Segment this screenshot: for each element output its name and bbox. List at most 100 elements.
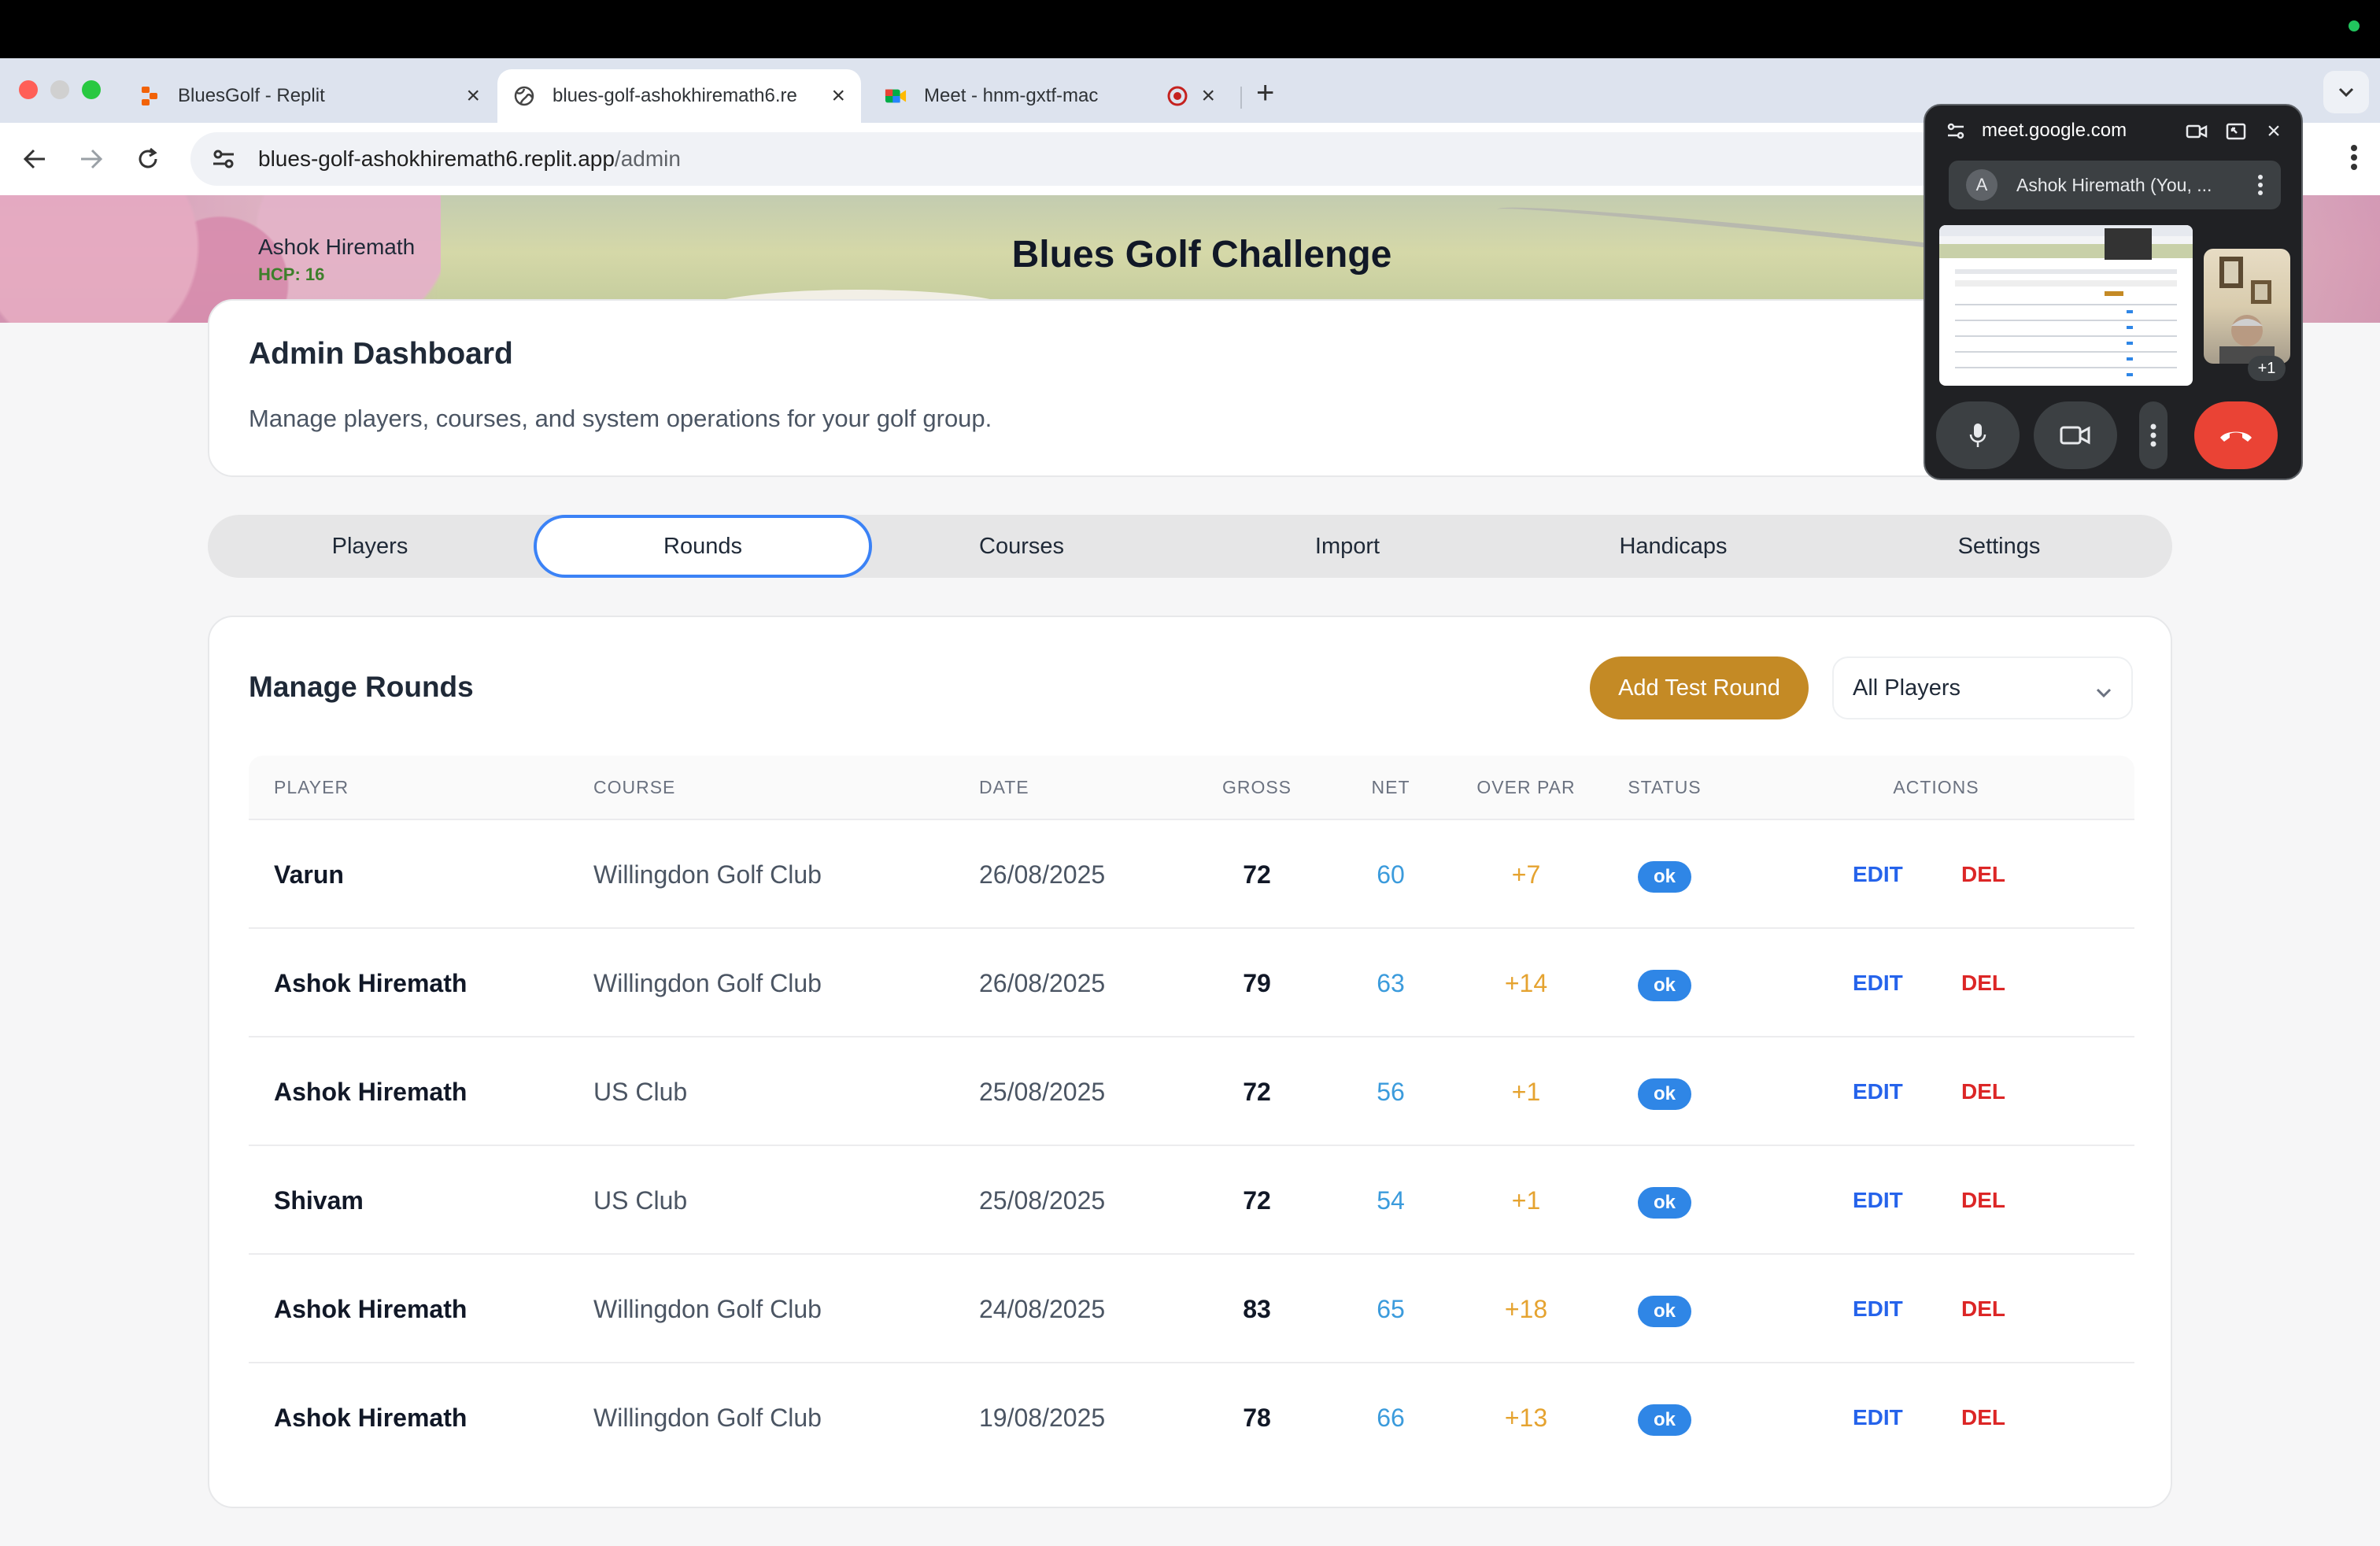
edit-button[interactable]: EDIT [1853, 820, 1903, 929]
new-tab-plus-icon[interactable]: + [1256, 76, 1274, 111]
column-header-net: NET [1371, 777, 1410, 797]
participant-name: Ashok Hiremath (You, ... [2016, 174, 2212, 195]
delete-button[interactable]: DEL [1961, 929, 2005, 1037]
cell-net: 66 [1377, 1404, 1405, 1432]
cell-player: Ashok Hiremath [274, 1404, 468, 1432]
browser-tab-blues-golf[interactable]: blues-golf-ashokhiremath6.re × [497, 69, 861, 123]
close-icon[interactable]: × [2262, 118, 2286, 144]
camera-outline-icon[interactable] [2185, 120, 2208, 143]
maximize-window-button[interactable] [82, 80, 101, 99]
minimize-window-button[interactable] [50, 80, 69, 99]
expand-icon[interactable] [2224, 120, 2248, 143]
close-tab-icon[interactable]: × [831, 83, 845, 109]
more-options-kebab-icon[interactable] [2139, 401, 2168, 469]
close-tab-icon[interactable]: × [466, 83, 480, 109]
address-bar[interactable]: blues-golf-ashokhiremath6.replit.app/adm… [190, 132, 2001, 186]
column-header-date: DATE [979, 777, 1029, 797]
more-participants-badge: +1 [2248, 356, 2286, 381]
cell-net: 65 [1377, 1295, 1405, 1323]
cell-course: US Club [593, 1078, 688, 1106]
reload-icon[interactable] [131, 142, 165, 176]
participant-chip[interactable]: A Ashok Hiremath (You, ... [1949, 161, 2281, 209]
cell-gross: 72 [1243, 1078, 1271, 1106]
status-badge: ok [1637, 1078, 1691, 1110]
tab-settings[interactable]: Settings [1837, 515, 2161, 578]
cell-over-par: +1 [1511, 1186, 1541, 1215]
url-text: blues-golf-ashokhiremath6.replit.app/adm… [258, 146, 681, 172]
close-window-button[interactable] [19, 80, 38, 99]
tab-rounds[interactable]: Rounds [534, 515, 872, 578]
cell-gross: 72 [1243, 1186, 1271, 1215]
table-row: Shivam US Club 25/08/2025 72 54 +1 ok ED… [249, 1145, 2134, 1253]
edit-button[interactable]: EDIT [1853, 1255, 1903, 1363]
delete-button[interactable]: DEL [1961, 1037, 2005, 1146]
delete-button[interactable]: DEL [1961, 1363, 2005, 1472]
cell-date: 26/08/2025 [979, 969, 1106, 997]
cell-status: ok [1615, 820, 1714, 929]
site-settings-icon[interactable] [1944, 120, 1968, 143]
status-badge: ok [1637, 1404, 1691, 1436]
cell-gross: 83 [1243, 1295, 1271, 1323]
browser-tab-replit[interactable]: BluesGolf - Replit × [123, 69, 496, 123]
cell-gross: 72 [1243, 860, 1271, 889]
leave-call-button[interactable] [2194, 401, 2278, 469]
admin-dashboard-subtitle: Manage players, courses, and system oper… [249, 405, 992, 432]
manage-rounds-card: Manage Rounds Add Test Round All Players… [208, 616, 2172, 1508]
delete-button[interactable]: DEL [1961, 1146, 2005, 1255]
player-filter-select[interactable]: All Players [1832, 656, 2133, 719]
close-tab-icon[interactable]: × [1201, 83, 1215, 109]
tab-handicaps[interactable]: Handicaps [1511, 515, 1835, 578]
edit-button[interactable]: EDIT [1853, 1363, 1903, 1472]
delete-button[interactable]: DEL [1961, 1255, 2005, 1363]
cell-player: Ashok Hiremath [274, 969, 468, 997]
cell-over-par: +18 [1504, 1295, 1548, 1323]
edit-button[interactable]: EDIT [1853, 1037, 1903, 1146]
cell-net: 54 [1377, 1186, 1405, 1215]
edit-button[interactable]: EDIT [1853, 1146, 1903, 1255]
edit-button[interactable]: EDIT [1853, 929, 1903, 1037]
status-badge: ok [1637, 1186, 1691, 1219]
cell-course: Willingdon Golf Club [593, 1295, 822, 1323]
status-badge: ok [1637, 860, 1691, 893]
meet-pip-window[interactable]: meet.google.com × A Ashok Hiremath (You,… [1924, 104, 2303, 480]
browser-menu-kebab-icon[interactable] [2350, 142, 2358, 177]
tab-import[interactable]: Import [1185, 515, 1510, 578]
microphone-button[interactable] [1936, 401, 2020, 469]
tab-divider [1240, 87, 1242, 109]
cell-over-par: +13 [1504, 1404, 1548, 1432]
pip-domain: meet.google.com [1982, 120, 2127, 141]
cell-date: 25/08/2025 [979, 1186, 1106, 1215]
participant-menu-kebab-icon[interactable] [2257, 173, 2264, 201]
add-test-round-button[interactable]: Add Test Round [1590, 656, 1809, 719]
cell-status: ok [1615, 929, 1714, 1037]
tab-courses[interactable]: Courses [859, 515, 1184, 578]
cell-status: ok [1615, 1363, 1714, 1472]
camera-button[interactable] [2034, 401, 2117, 469]
column-header-gross: GROSS [1221, 777, 1292, 797]
url-host: blues-golf-ashokhiremath6.replit.app [258, 146, 615, 171]
delete-button[interactable]: DEL [1961, 820, 2005, 929]
cell-course: Willingdon Golf Club [593, 1404, 822, 1432]
tab-search-chevron-icon[interactable] [2323, 71, 2369, 113]
globe-icon [513, 85, 535, 107]
cell-player: Shivam [274, 1186, 364, 1215]
cell-player: Ashok Hiremath [274, 1295, 468, 1323]
browser-tab-meet[interactable]: Meet - hnm-gxtf-mac × [869, 69, 1231, 123]
cell-date: 26/08/2025 [979, 860, 1106, 889]
participant-video-tile[interactable] [2204, 249, 2290, 364]
manage-rounds-title: Manage Rounds [249, 671, 474, 703]
chevron-down-icon [2095, 679, 2112, 705]
column-header-status: STATUS [1628, 777, 1702, 797]
cell-date: 19/08/2025 [979, 1404, 1106, 1432]
cell-course: Willingdon Golf Club [593, 860, 822, 889]
cell-date: 24/08/2025 [979, 1295, 1106, 1323]
site-settings-icon[interactable] [208, 143, 239, 175]
status-badge: ok [1637, 969, 1691, 1001]
tab-players[interactable]: Players [208, 515, 532, 578]
cell-status: ok [1615, 1255, 1714, 1363]
cell-net: 56 [1377, 1078, 1405, 1106]
recording-icon [1166, 85, 1188, 107]
forward-arrow-icon[interactable] [74, 142, 109, 176]
column-header-actions: ACTIONS [1893, 777, 1979, 797]
back-arrow-icon[interactable] [17, 142, 52, 176]
